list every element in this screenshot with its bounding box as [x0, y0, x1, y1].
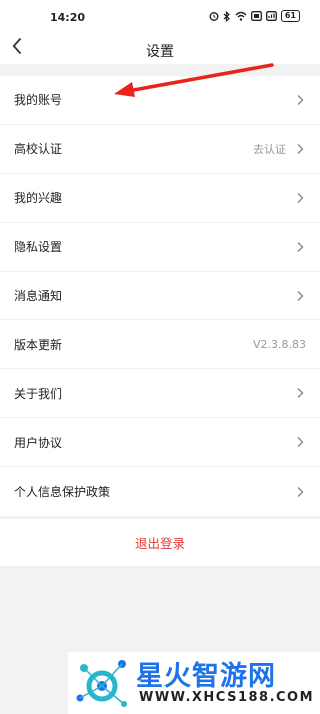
- settings-item-label: 版本更新: [14, 337, 63, 352]
- chevron-right-icon: [297, 437, 304, 448]
- nav-bar: 设置: [0, 34, 320, 64]
- logout-button[interactable]: 退出登录: [0, 519, 320, 566]
- watermark-brand: 星火智游网: [136, 661, 276, 692]
- settings-item-label: 关于我们: [14, 386, 63, 401]
- settings-item-version-update[interactable]: 版本更新 V2.3.8.83: [0, 320, 320, 370]
- settings-item-user-agreement[interactable]: 用户协议: [0, 418, 320, 468]
- settings-item-my-account[interactable]: 我的账号: [0, 76, 320, 125]
- watermark-url: WWW.XHCS188.COM: [139, 690, 315, 705]
- settings-item-privacy-policy[interactable]: 个人信息保护政策: [0, 467, 320, 516]
- chevron-right-icon: [297, 241, 304, 252]
- settings-item-label: 我的兴趣: [14, 191, 63, 206]
- watermark: 星火智游网 WWW.XHCS188.COM: [68, 652, 320, 714]
- settings-item-label: 隐私设置: [14, 240, 63, 255]
- settings-list: 我的账号 高校认证 去认证 我的兴趣 隐私设置 消息通知 版本更新 V2.3.8…: [0, 76, 320, 517]
- chevron-right-icon: [297, 486, 304, 497]
- status-icons: 61: [209, 10, 300, 22]
- settings-item-value: 去认证: [253, 142, 286, 156]
- wifi-icon: [235, 11, 247, 21]
- signal-icon: [265, 11, 277, 21]
- settings-item-label: 我的账号: [14, 93, 63, 108]
- sim-icon: [250, 11, 262, 21]
- settings-item-about-us[interactable]: 关于我们: [0, 369, 320, 419]
- watermark-logo-icon: [76, 660, 127, 707]
- settings-item-label: 用户协议: [14, 435, 63, 450]
- chevron-right-icon: [297, 290, 304, 301]
- status-time: 14:20: [50, 11, 86, 24]
- chevron-right-icon: [297, 94, 304, 105]
- settings-item-privacy[interactable]: 隐私设置: [0, 223, 320, 272]
- battery-indicator: 61: [280, 10, 300, 22]
- settings-item-label: 高校认证: [14, 142, 63, 157]
- alarm-icon: [209, 12, 219, 21]
- settings-item-notifications[interactable]: 消息通知: [0, 272, 320, 321]
- chevron-right-icon: [297, 143, 304, 154]
- settings-item-my-interests[interactable]: 我的兴趣: [0, 174, 320, 223]
- settings-item-label: 消息通知: [14, 289, 63, 303]
- bluetooth-icon: [223, 10, 230, 22]
- page-title: 设置: [146, 44, 174, 60]
- status-bar: 14:20 61: [0, 0, 320, 34]
- chevron-right-icon: [297, 192, 304, 203]
- chevron-right-icon: [297, 388, 304, 399]
- settings-item-university-verification[interactable]: 高校认证 去认证: [0, 125, 320, 174]
- settings-item-label: 个人信息保护政策: [14, 485, 111, 500]
- version-value: V2.3.8.83: [252, 337, 306, 351]
